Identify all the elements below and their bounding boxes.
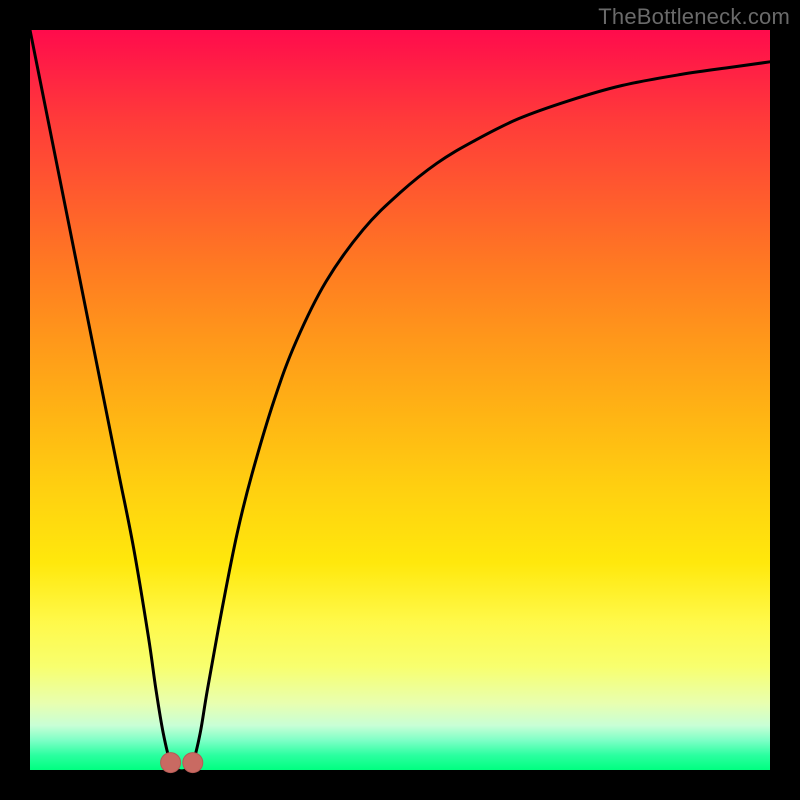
chart-svg-layer (30, 30, 770, 770)
watermark-text: TheBottleneck.com (598, 4, 790, 30)
curve-marker (183, 753, 203, 773)
chart-frame: TheBottleneck.com (0, 0, 800, 800)
bottleneck-curve (30, 30, 770, 771)
curve-marker (161, 753, 181, 773)
